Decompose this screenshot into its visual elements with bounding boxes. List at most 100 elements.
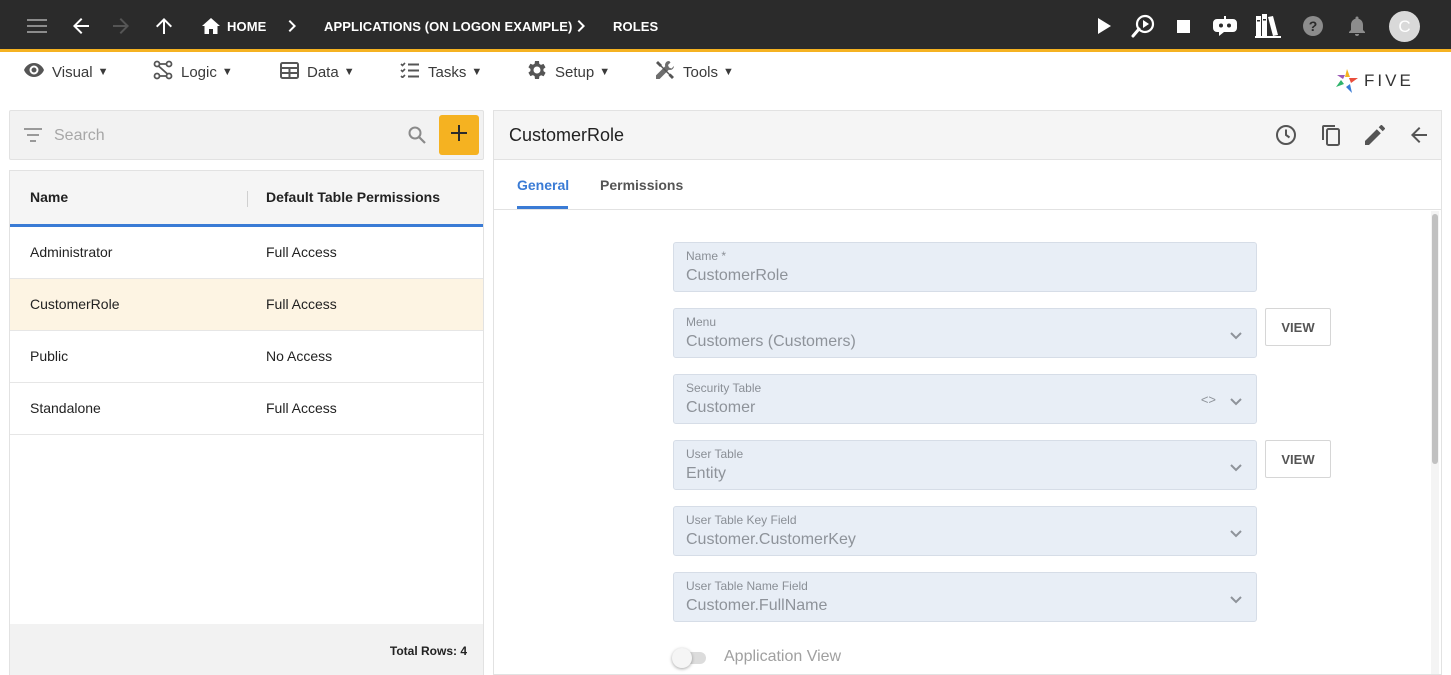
chevron-down-icon[interactable] (1230, 393, 1242, 411)
back-arrow-icon[interactable] (1406, 122, 1432, 148)
menu-tools[interactable]: Tools ▼ (655, 61, 734, 83)
view-menu-button[interactable]: VIEW (1265, 308, 1331, 346)
search-icon[interactable] (408, 126, 426, 149)
caret-down-icon: ▼ (723, 66, 734, 78)
row-name: Standalone (30, 400, 101, 416)
user-table-name-field-select[interactable]: User Table Name Field Customer.FullName (673, 572, 1257, 622)
scroll-thumb[interactable] (1432, 214, 1438, 464)
field-value: Customers (Customers) (686, 333, 856, 350)
avatar[interactable]: C (1389, 11, 1420, 42)
breadcrumb-home[interactable]: HOME (227, 0, 266, 52)
svg-text:?: ? (1309, 18, 1318, 34)
field-value: CustomerRole (686, 267, 789, 284)
menu-tasks[interactable]: Tasks ▼ (400, 61, 482, 83)
five-logo: FIVE (1336, 69, 1414, 93)
security-table-select[interactable]: Security Table Customer <> (673, 374, 1257, 424)
menu-tasks-label: Tasks (428, 63, 467, 81)
five-logo-mark-icon (1336, 69, 1358, 93)
table-row[interactable]: Public No Access (10, 331, 483, 383)
field-label: Name * (686, 249, 727, 263)
back-arrow-icon[interactable] (66, 11, 96, 41)
search-bar (9, 110, 484, 160)
menu-setup-label: Setup (555, 63, 595, 81)
application-view-toggle[interactable] (672, 648, 708, 668)
breadcrumb-roles[interactable]: ROLES (613, 0, 658, 52)
row-permissions: No Access (266, 348, 333, 364)
row-permissions: Full Access (266, 400, 337, 416)
caret-down-icon: ▼ (343, 66, 355, 78)
row-name: Administrator (30, 244, 113, 260)
chevron-down-icon[interactable] (1230, 591, 1242, 609)
menu-icon[interactable] (22, 11, 52, 41)
roles-list: Name Default Table Permissions Administr… (9, 170, 484, 675)
filter-icon[interactable] (24, 128, 42, 147)
row-name: CustomerRole (30, 296, 120, 312)
chat-bot-icon[interactable] (1210, 11, 1240, 41)
menu-select[interactable]: Menu Customers (Customers) (673, 308, 1257, 358)
toggle-knob (672, 648, 692, 668)
add-button[interactable] (439, 115, 479, 155)
active-tab-indicator (517, 206, 568, 209)
help-icon[interactable]: ? (1298, 11, 1328, 41)
field-label: Security Table (686, 381, 762, 395)
view-user-table-button[interactable]: VIEW (1265, 440, 1331, 478)
up-arrow-icon[interactable] (149, 11, 179, 41)
form-header: CustomerRole (494, 111, 1441, 160)
home-icon[interactable] (196, 11, 226, 41)
form-panel: CustomerRole General Permissions Name * … (493, 110, 1442, 675)
field-label: User Table (686, 447, 744, 461)
stop-icon[interactable] (1168, 11, 1198, 41)
play-icon[interactable] (1089, 11, 1119, 41)
field-label: User Table Key Field (686, 513, 797, 527)
debug-search-icon[interactable] (1128, 11, 1158, 41)
history-icon[interactable] (1273, 122, 1299, 148)
chevron-right-icon (288, 0, 298, 52)
chevron-down-icon[interactable] (1230, 459, 1242, 477)
form-title: CustomerRole (509, 125, 625, 145)
user-table-key-field-select[interactable]: User Table Key Field Customer.CustomerKe… (673, 506, 1257, 556)
chevron-right-icon (577, 0, 587, 52)
table-row[interactable]: Administrator Full Access (10, 227, 483, 279)
column-divider[interactable] (247, 191, 248, 207)
menu-data-label: Data (307, 63, 339, 81)
library-icon[interactable] (1253, 11, 1283, 41)
menu-visual[interactable]: Visual ▼ (24, 61, 108, 83)
menu-visual-label: Visual (52, 63, 93, 81)
eye-icon (24, 63, 52, 81)
caret-down-icon: ▼ (471, 66, 483, 78)
list-footer: Total Rows: 4 (10, 624, 483, 675)
bell-icon[interactable] (1342, 11, 1372, 41)
menu-setup[interactable]: Setup ▼ (527, 61, 610, 83)
column-header-name[interactable]: Name (30, 189, 68, 205)
edit-icon[interactable] (1362, 122, 1388, 148)
five-logo-text: FIVE (1364, 71, 1414, 90)
row-permissions: Full Access (266, 296, 337, 312)
breadcrumb-applications[interactable]: APPLICATIONS (ON LOGON EXAMPLE) (324, 0, 572, 52)
chevron-down-icon[interactable] (1230, 525, 1242, 543)
tab-permissions[interactable]: Permissions (600, 177, 683, 193)
code-icon[interactable]: <> (1201, 392, 1216, 407)
total-rows: Total Rows: 4 (389, 644, 467, 658)
top-bar: HOME APPLICATIONS (ON LOGON EXAMPLE) ROL… (0, 0, 1451, 52)
menu-logic[interactable]: Logic ▼ (153, 60, 233, 84)
form-scrollbar[interactable] (1431, 211, 1439, 674)
caret-down-icon: ▼ (221, 66, 233, 78)
user-table-select[interactable]: User Table Entity (673, 440, 1257, 490)
application-view-label: Application View (724, 648, 842, 665)
table-row[interactable]: Standalone Full Access (10, 383, 483, 435)
forward-arrow-icon[interactable] (106, 11, 136, 41)
tasks-icon (400, 62, 428, 82)
name-field[interactable]: Name * CustomerRole (673, 242, 1257, 292)
search-input[interactable] (54, 124, 394, 148)
table-row[interactable]: CustomerRole Full Access (10, 279, 483, 331)
tab-general[interactable]: General (517, 177, 569, 193)
copy-icon[interactable] (1318, 122, 1344, 148)
table-icon (280, 61, 307, 83)
field-value: Customer.CustomerKey (686, 531, 856, 548)
logic-icon (153, 60, 181, 84)
chevron-down-icon[interactable] (1230, 327, 1242, 345)
caret-down-icon: ▼ (599, 66, 611, 78)
field-value: Customer.FullName (686, 597, 828, 614)
menu-data[interactable]: Data ▼ (280, 61, 355, 83)
column-header-permissions[interactable]: Default Table Permissions (266, 189, 440, 205)
